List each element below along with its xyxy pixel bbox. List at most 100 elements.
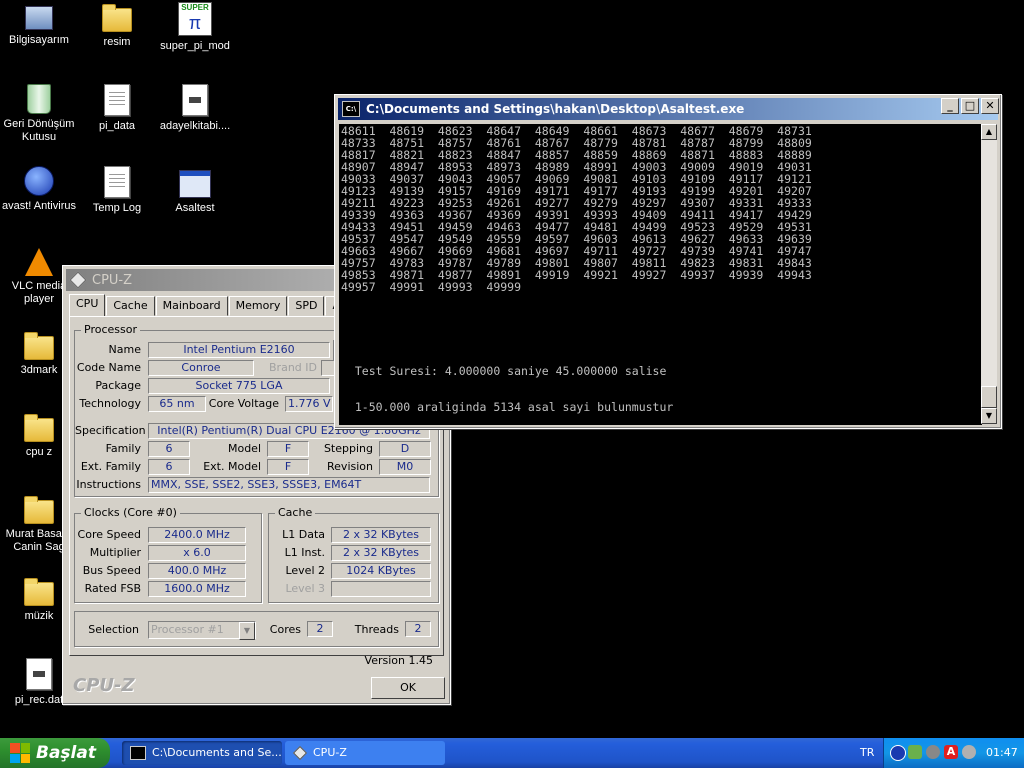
multiplier-label: Multiplier <box>89 546 141 559</box>
start-label: Başlat <box>36 743 96 763</box>
clocks-group-title: Clocks (Core #0) <box>81 506 180 519</box>
codename-field: Conroe <box>148 360 254 376</box>
speaker-icon[interactable] <box>926 745 940 759</box>
brandid-label: Brand ID <box>269 361 317 374</box>
model-field: F <box>267 441 309 457</box>
package-label: Package <box>95 379 141 392</box>
instructions-label: Instructions <box>76 478 141 491</box>
cores-field: 2 <box>307 621 333 637</box>
clocks-group: Clocks (Core #0) Core Speed 2400.0 MHz M… <box>74 506 262 603</box>
network-icon[interactable] <box>890 745 906 761</box>
scroll-up-arrow-icon[interactable]: ▲ <box>981 124 997 140</box>
extmodel-field: F <box>267 459 309 475</box>
console-window[interactable]: C:\ C:\Documents and Settings\hakan\Desk… <box>334 94 1002 429</box>
selection-group: Selection Processor #1 ▼ Cores 2 Threads… <box>74 611 439 647</box>
console-title-bar[interactable]: C:\ C:\Documents and Settings\hakan\Desk… <box>338 98 998 120</box>
avast-tray-icon[interactable]: A <box>944 745 958 759</box>
taskbar-item-console[interactable]: C:\Documents and Se... <box>122 741 282 765</box>
minimize-button[interactable]: _ <box>941 98 959 114</box>
console-output[interactable]: 48611 48619 48623 48647 48649 48661 4867… <box>339 124 982 425</box>
revision-label: Revision <box>327 460 373 473</box>
language-indicator[interactable]: TR <box>860 746 874 759</box>
start-button[interactable]: Başlat <box>0 738 110 768</box>
cache-group: Cache L1 Data 2 x 32 KBytes L1 Inst. 2 x… <box>268 506 439 603</box>
window-controls: _ □ ✕ <box>941 98 999 114</box>
busspeed-field: 400.0 MHz <box>148 563 246 579</box>
desktop-icon-my-computer[interactable]: Bilgisayarım <box>0 2 78 47</box>
codename-label: Code Name <box>76 361 141 374</box>
document-icon <box>182 84 208 116</box>
tab-cache[interactable]: Cache <box>106 296 155 316</box>
cpuz-small-icon <box>292 745 308 761</box>
folder-icon <box>24 496 54 524</box>
ok-button[interactable]: OK <box>371 677 445 699</box>
clock[interactable]: 01:47 <box>986 746 1018 759</box>
stepping-label: Stepping <box>323 442 373 455</box>
ratedfsb-label: Rated FSB <box>84 582 141 595</box>
busspeed-label: Bus Speed <box>82 564 141 577</box>
stepping-field: D <box>379 441 431 457</box>
extfamily-field: 6 <box>148 459 190 475</box>
desktop-icon-super-pi[interactable]: SUPER π super_pi_mod <box>156 2 234 53</box>
console-line: Test Suresi: 4.000000 saniye 45.000000 s… <box>341 364 667 378</box>
technology-field: 65 nm <box>148 396 206 412</box>
selection-label: Selection <box>88 623 139 636</box>
taskbar-item-console-label: C:\Documents and Se... <box>152 746 282 759</box>
taskbar-item-cpuz[interactable]: CPU-Z <box>285 741 445 765</box>
cores-label: Cores <box>269 623 301 636</box>
close-button[interactable]: ✕ <box>981 98 999 114</box>
folder-icon <box>102 4 132 32</box>
model-label: Model <box>227 442 261 455</box>
scroll-thumb[interactable] <box>981 386 997 408</box>
vertical-scrollbar[interactable]: ▲ ▼ <box>981 124 997 424</box>
desktop-icon-resim[interactable]: resim <box>78 2 156 49</box>
processor-group-title: Processor <box>81 323 140 336</box>
desktop-icon-adayelkitabi[interactable]: adayelkitabi.... <box>156 84 234 133</box>
console-line: 49957 49991 49993 49999 <box>341 280 522 294</box>
multiplier-field: x 6.0 <box>148 545 246 561</box>
vlc-cone-icon <box>25 248 53 276</box>
cache-group-title: Cache <box>275 506 316 519</box>
tab-cpu[interactable]: CPU <box>69 294 106 316</box>
chevron-down-icon[interactable]: ▼ <box>239 622 255 640</box>
volume-icon[interactable] <box>908 745 922 759</box>
desktop-icon-recycle-bin[interactable]: Geri Dönüşüm Kutusu <box>0 84 78 144</box>
application-icon <box>179 170 211 198</box>
cpu-name-field: Intel Pentium E2160 <box>148 342 330 358</box>
tab-spd[interactable]: SPD <box>288 296 325 316</box>
level3-field <box>331 581 431 597</box>
package-field: Socket 775 LGA <box>148 378 330 394</box>
level2-label: Level 2 <box>285 564 325 577</box>
recycle-bin-icon <box>27 84 51 114</box>
desktop-icon-asaltest[interactable]: Asaltest <box>156 166 234 215</box>
tray-misc-icon[interactable] <box>962 745 976 759</box>
corespeed-field: 2400.0 MHz <box>148 527 246 543</box>
console-title: C:\Documents and Settings\hakan\Desktop\… <box>366 102 745 116</box>
threads-label: Threads <box>354 623 399 636</box>
desktop-icon-temp-log[interactable]: Temp Log <box>78 166 156 215</box>
tab-mainboard[interactable]: Mainboard <box>155 296 228 316</box>
corevoltage-field: 1.776 V <box>285 396 333 412</box>
version-label: Version 1.45 <box>364 654 433 667</box>
tab-memory[interactable]: Memory <box>228 296 288 316</box>
folder-icon <box>24 578 54 606</box>
desktop-icon-pi-data[interactable]: pi_data <box>78 84 156 133</box>
level2-field: 1024 KBytes <box>331 563 431 579</box>
l1data-label: L1 Data <box>282 528 325 541</box>
l1inst-field: 2 x 32 KBytes <box>331 545 431 561</box>
maximize-button[interactable]: □ <box>961 98 979 114</box>
desktop-icon-avast[interactable]: avast! Antivirus <box>0 166 78 213</box>
brandid-field <box>321 360 335 376</box>
console-line: 1-50.000 araliginda 5134 asal sayi bulun… <box>341 400 674 414</box>
text-document-icon <box>104 84 130 116</box>
scroll-down-arrow-icon[interactable]: ▼ <box>981 408 997 424</box>
ratedfsb-field: 1600.0 MHz <box>148 581 246 597</box>
cpuz-tabs: CPU Cache Mainboard Memory SPD Abo <box>69 294 362 316</box>
corevoltage-label: Core Voltage <box>208 397 279 410</box>
specification-label: Specification <box>75 424 146 437</box>
